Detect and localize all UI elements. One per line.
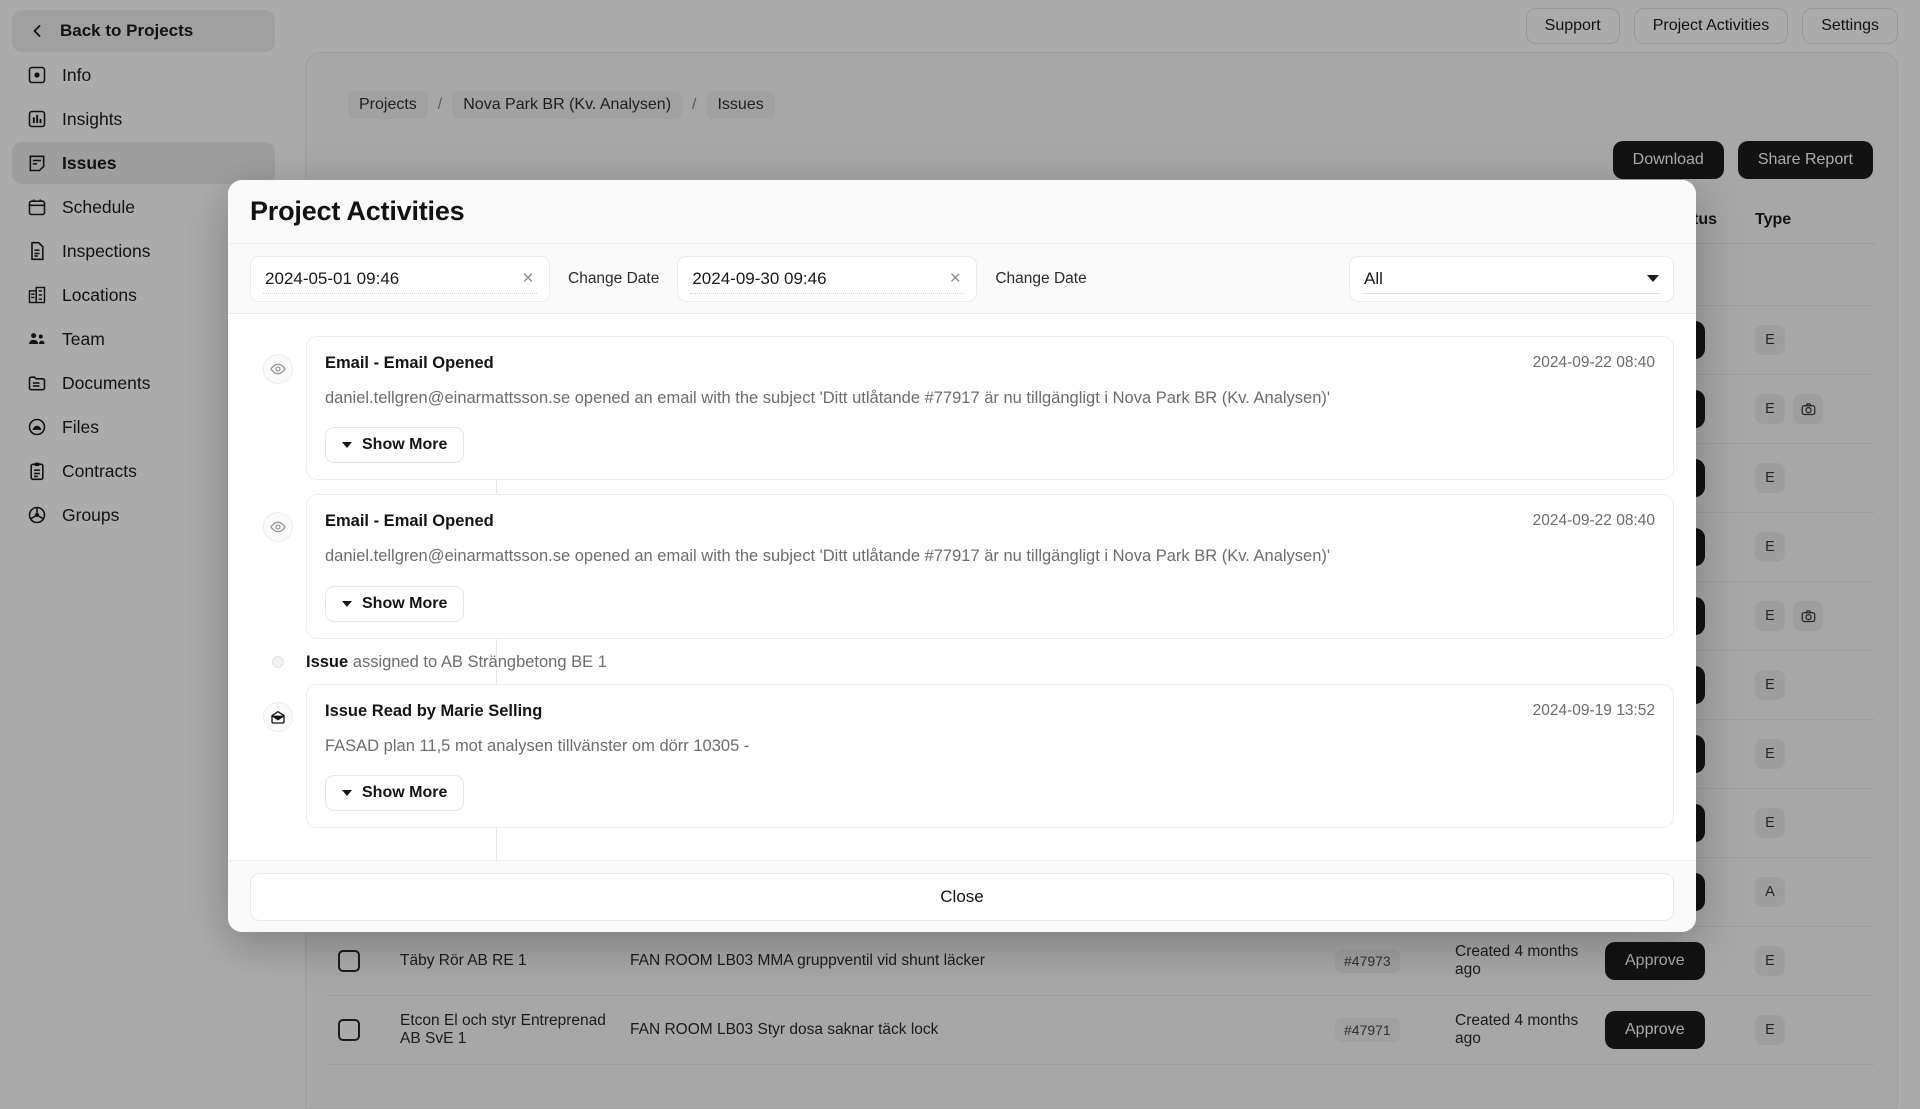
activity-title: Issue Read by Marie Selling — [325, 702, 1517, 721]
project-activities-modal: Project Activities 2024-05-01 09:46 × Ch… — [228, 180, 1696, 932]
timeline-marker-column — [250, 494, 306, 542]
modal-header: Project Activities — [228, 180, 1696, 244]
timeline-marker-column — [250, 336, 306, 384]
small-dot-icon — [272, 656, 284, 668]
eye-icon — [263, 512, 293, 542]
modal-footer: Close — [228, 860, 1696, 932]
show-more-button[interactable]: Show More — [325, 427, 464, 463]
eye-icon — [263, 354, 293, 384]
activity-card-header: Email - Email Opened 2024-09-22 08:40 — [325, 354, 1655, 373]
date-from-field[interactable]: 2024-05-01 09:46 × — [250, 256, 550, 302]
show-more-label: Show More — [362, 595, 447, 613]
activity-card: Email - Email Opened 2024-09-22 08:40 da… — [306, 336, 1674, 480]
date-from-value: 2024-05-01 09:46 — [265, 269, 515, 289]
change-date-to-button[interactable]: Change Date — [995, 270, 1086, 288]
activity-plain-rest: assigned to AB Strängbetong BE 1 — [348, 653, 607, 671]
close-button[interactable]: Close — [250, 873, 1674, 921]
field-underline — [263, 293, 537, 294]
chevron-down-icon — [342, 442, 352, 448]
activity-card: Email - Email Opened 2024-09-22 08:40 da… — [306, 494, 1674, 638]
clear-date-from-icon[interactable]: × — [515, 266, 541, 292]
chevron-down-icon — [342, 790, 352, 796]
activity-description: daniel.tellgren@einarmattsson.se opened … — [325, 545, 1655, 567]
show-more-label: Show More — [362, 436, 447, 454]
activity-type-select[interactable]: All — [1349, 256, 1674, 302]
chevron-down-icon — [342, 601, 352, 607]
activity-card-header: Issue Read by Marie Selling 2024-09-19 1… — [325, 702, 1655, 721]
activity-timestamp: 2024-09-22 08:40 — [1533, 512, 1655, 530]
change-date-from-button[interactable]: Change Date — [568, 270, 659, 288]
activity-item: Email - Email Opened 2024-09-22 08:40 da… — [250, 336, 1674, 480]
activity-card: Issue Read by Marie Selling 2024-09-19 1… — [306, 684, 1674, 828]
field-underline — [690, 293, 964, 294]
modal-filter-bar: 2024-05-01 09:46 × Change Date 2024-09-3… — [228, 244, 1696, 314]
activity-plain-text: Issue assigned to AB Strängbetong BE 1 — [306, 653, 607, 672]
activity-description: FASAD plan 11,5 mot analysen tillvänster… — [325, 735, 1655, 757]
activity-timestamp: 2024-09-19 13:52 — [1533, 702, 1655, 720]
show-more-button[interactable]: Show More — [325, 775, 464, 811]
activity-item: Email - Email Opened 2024-09-22 08:40 da… — [250, 494, 1674, 638]
clear-date-to-icon[interactable]: × — [942, 266, 968, 292]
show-more-label: Show More — [362, 784, 447, 802]
activity-type-value: All — [1364, 269, 1647, 289]
timeline-marker-column — [250, 684, 306, 732]
activity-item: Issue Read by Marie Selling 2024-09-19 1… — [250, 684, 1674, 828]
envelope-open-icon — [263, 702, 293, 732]
activity-plain-strong: Issue — [306, 653, 348, 671]
date-to-value: 2024-09-30 09:46 — [692, 269, 942, 289]
activity-timeline[interactable]: Email - Email Opened 2024-09-22 08:40 da… — [228, 314, 1696, 860]
field-underline — [1362, 293, 1661, 294]
screen-root: Back to Projects Info Insights Issues — [0, 0, 1920, 1109]
timeline-marker-column — [250, 656, 306, 668]
date-to-field[interactable]: 2024-09-30 09:46 × — [677, 256, 977, 302]
activity-title: Email - Email Opened — [325, 512, 1517, 531]
show-more-button[interactable]: Show More — [325, 586, 464, 622]
activity-item-plain: Issue assigned to AB Strängbetong BE 1 — [250, 653, 1674, 672]
activity-card-header: Email - Email Opened 2024-09-22 08:40 — [325, 512, 1655, 531]
activity-title: Email - Email Opened — [325, 354, 1517, 373]
chevron-down-icon — [1647, 275, 1659, 282]
modal-title: Project Activities — [250, 196, 464, 227]
activity-description: daniel.tellgren@einarmattsson.se opened … — [325, 387, 1655, 409]
activity-timestamp: 2024-09-22 08:40 — [1533, 354, 1655, 372]
